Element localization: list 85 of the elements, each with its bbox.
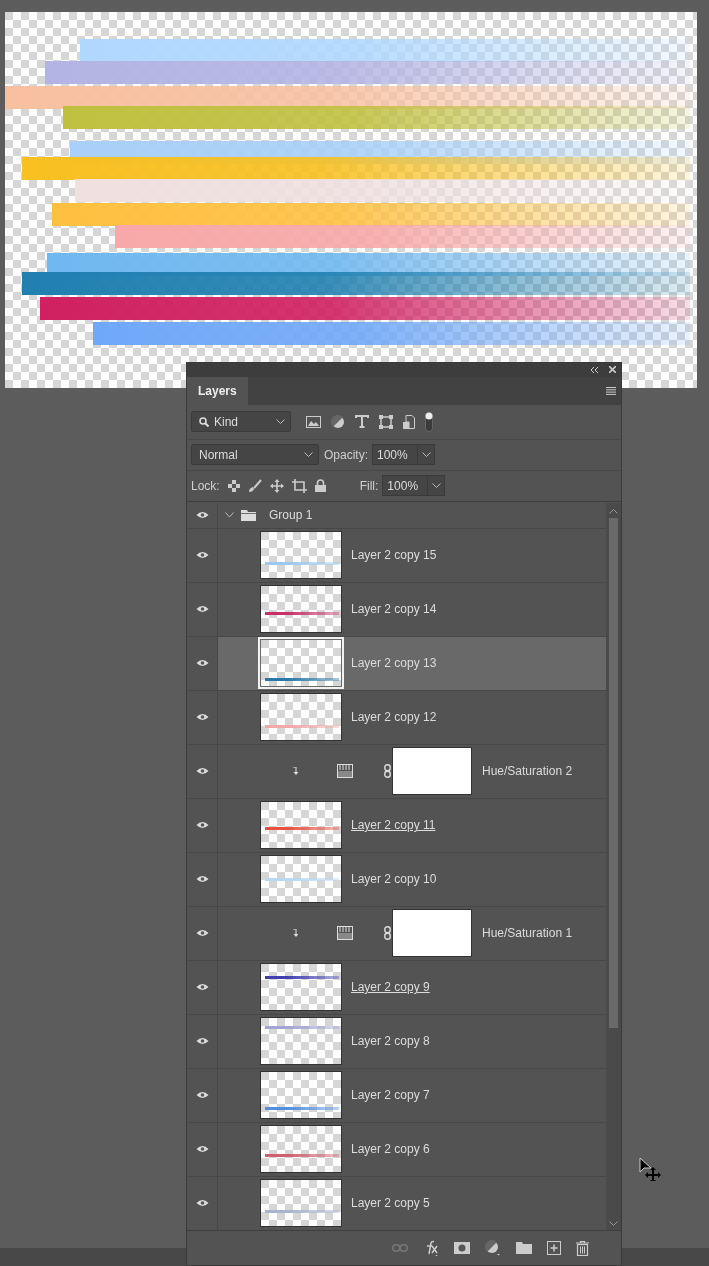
eye-icon[interactable] [195, 713, 209, 722]
layer-name: Layer 2 copy 14 [351, 602, 437, 617]
opacity-label: Opacity: [324, 447, 368, 462]
eye-icon[interactable] [195, 659, 209, 668]
group-name: Group 1 [269, 508, 313, 523]
collapse-icon[interactable] [590, 367, 599, 373]
mask-icon[interactable] [454, 1242, 470, 1255]
padlock-icon[interactable] [314, 479, 326, 493]
adjustment-icon[interactable] [485, 1240, 501, 1257]
eye-icon[interactable] [195, 1037, 209, 1046]
fill-dropdown[interactable] [428, 475, 446, 497]
new-layer-icon[interactable] [547, 1241, 561, 1256]
layer-name: Layer 2 copy 10 [351, 872, 437, 887]
crop-icon[interactable] [291, 478, 307, 493]
scroll-up-icon[interactable] [609, 508, 618, 514]
layer-row[interactable]: Layer 2 copy 9 [218, 960, 606, 1014]
opacity-field[interactable]: 100% [372, 444, 418, 466]
layer-row[interactable]: Layer 2 copy 7 [218, 1068, 606, 1122]
chevron-icon [304, 452, 313, 458]
layer-name: Layer 2 copy 6 [351, 1142, 430, 1157]
chevron-icon[interactable] [225, 512, 234, 519]
panel-tab[interactable]: Layers [187, 377, 248, 405]
move-icon[interactable] [269, 478, 284, 493]
type-filter-icon[interactable] [355, 415, 369, 429]
chevron-icon [276, 419, 285, 425]
layer-row[interactable]: Layer 2 copy 14 [218, 582, 606, 636]
eye-icon[interactable] [195, 511, 209, 520]
chain-link-icon[interactable] [384, 926, 391, 941]
scrollbar-thumb[interactable] [609, 517, 618, 1028]
layer-name: Layer 2 copy 7 [351, 1088, 430, 1103]
eye-icon[interactable] [195, 875, 209, 884]
image-filter-icon[interactable] [306, 415, 321, 428]
fill-field[interactable]: 100% [382, 475, 429, 497]
eye-icon[interactable] [195, 1199, 209, 1208]
hue-saturation-icon [337, 764, 353, 779]
chevron-icon [421, 452, 431, 458]
layer-name: Layer 2 copy 8 [351, 1034, 430, 1049]
close-icon[interactable] [609, 366, 616, 374]
eye-icon[interactable] [195, 551, 209, 560]
layer-name: Layer 2 copy 15 [351, 548, 437, 563]
adjustment-filter-icon[interactable] [331, 414, 345, 429]
folder-icon[interactable] [516, 1242, 532, 1255]
eye-icon[interactable] [195, 929, 209, 938]
eye-icon[interactable] [195, 1091, 209, 1100]
search-icon [199, 416, 209, 427]
layer-row[interactable]: Layer 2 copy 10 [218, 852, 606, 906]
opacity-dropdown[interactable] [418, 444, 435, 466]
layer-name: Layer 2 copy 11 [351, 818, 436, 833]
layer-row[interactable]: Layer 2 copy 12 [218, 690, 606, 744]
lock-label: Lock: [191, 478, 220, 493]
menu-icon[interactable] [606, 386, 616, 395]
filter-dropdown[interactable]: Kind [191, 411, 291, 433]
layer-row[interactable]: Layer 2 copy 13 [218, 636, 606, 690]
eye-icon[interactable] [195, 767, 209, 776]
layer-row[interactable]: Hue/Saturation 1 [218, 906, 606, 960]
layer-row[interactable]: Layer 2 copy 15 [218, 528, 606, 582]
layer-row[interactable]: Layer 2 copy 6 [218, 1122, 606, 1176]
group-row[interactable]: Group 1 [187, 502, 606, 529]
layer-name: Layer 2 copy 9 [351, 980, 430, 995]
folder-icon [241, 509, 256, 521]
eye-icon[interactable] [195, 1145, 209, 1154]
layer-row[interactable]: Layer 2 copy 8 [218, 1014, 606, 1068]
layer-name: Hue/Saturation 2 [482, 764, 573, 779]
layer-row[interactable]: Layer 2 copy 11 [218, 798, 606, 852]
smart-object-filter-icon[interactable] [403, 414, 415, 429]
blend-mode-dropdown[interactable]: Normal [191, 444, 319, 466]
trash-icon[interactable] [576, 1240, 589, 1256]
fill-label: Fill: [359, 478, 379, 493]
layer-row[interactable]: Layer 2 copy 5 [218, 1176, 606, 1230]
chevron-icon [431, 483, 441, 489]
layer-name: Layer 2 copy 5 [351, 1196, 430, 1211]
layer-row[interactable]: Hue/Saturation 2 [218, 744, 606, 798]
move-cursor-icon [639, 1157, 661, 1181]
layer-name: Layer 2 copy 12 [351, 710, 437, 725]
eye-icon[interactable] [195, 983, 209, 992]
eye-icon[interactable] [195, 821, 209, 830]
hue-saturation-icon [337, 926, 353, 941]
scroll-down-icon[interactable] [609, 1221, 618, 1227]
shape-filter-icon[interactable] [379, 414, 393, 429]
chain-link-icon[interactable] [384, 764, 391, 779]
filter-toggle-icon[interactable] [425, 411, 433, 432]
brush-icon[interactable] [247, 478, 262, 493]
layer-name: Layer 2 copy 13 [351, 656, 437, 671]
eye-icon[interactable] [195, 605, 209, 614]
layer-name: Hue/Saturation 1 [482, 926, 573, 941]
